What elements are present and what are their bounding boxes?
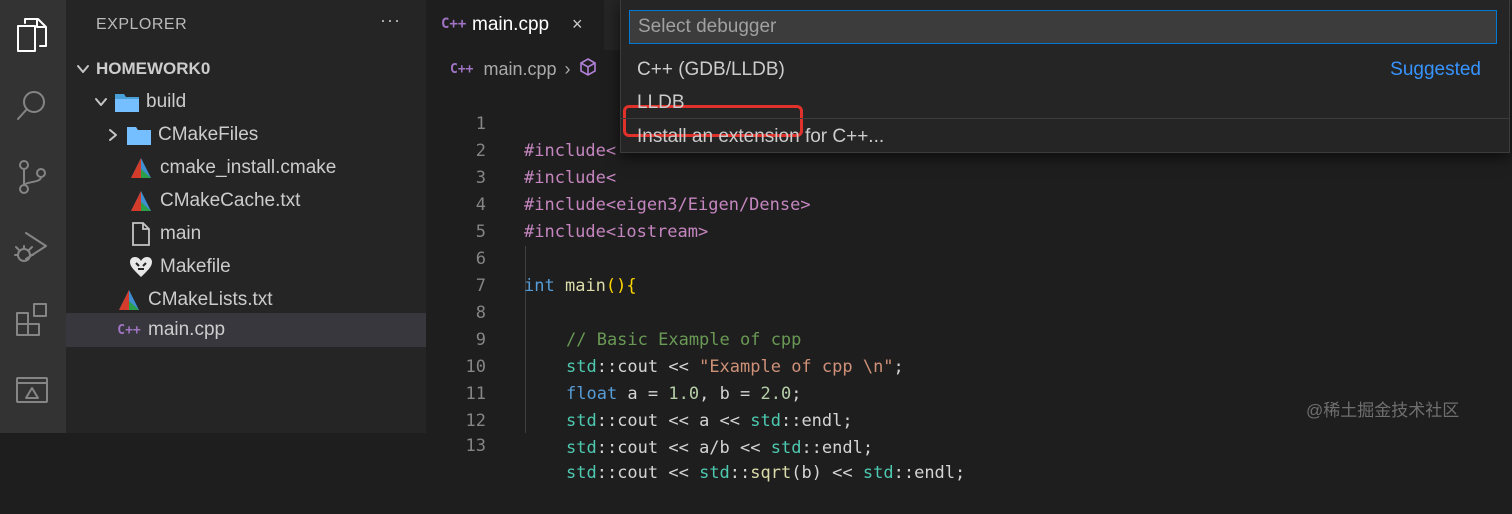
folder-open-icon <box>114 89 140 115</box>
tree-item-label: CMakeFiles <box>158 123 259 145</box>
code-line: 5 <box>426 192 1512 242</box>
code-text[interactable]: std::cout << a/b << std::endl; <box>566 435 873 462</box>
tab-main-cpp[interactable]: C++ main.cpp × <box>426 0 604 50</box>
cpp-file-icon: C++ <box>117 322 141 338</box>
code-line: 6 int main(){ <box>426 219 1512 296</box>
tree-item-cmakecache[interactable]: CMakeCache.txt <box>66 184 488 217</box>
tree-item-label: main.cpp <box>148 319 226 340</box>
code-token: std <box>566 463 597 483</box>
activity-bar <box>0 0 66 433</box>
extensions-icon[interactable] <box>9 296 55 342</box>
chevron-down-icon <box>74 60 92 78</box>
source-control-icon[interactable] <box>9 154 55 200</box>
code-token: sqrt <box>750 463 792 483</box>
tree-item-makefile[interactable]: Makefile <box>66 250 488 283</box>
remote-explorer-icon[interactable] <box>9 368 55 414</box>
code-token: ::cout << <box>596 463 700 483</box>
tree-item-cmake-install[interactable]: cmake_install.cmake <box>66 151 488 184</box>
tree-item-main[interactable]: main <box>66 217 488 250</box>
cpp-file-icon: C++ <box>441 16 467 32</box>
cpp-file-icon: C++ <box>450 61 474 77</box>
code-line: 4 #include<iostream> <box>426 165 1512 242</box>
cmake-icon <box>116 287 142 313</box>
option-label: C++ (GDB/LLDB) <box>637 59 785 80</box>
code-token: std <box>699 463 730 483</box>
tree-item-build[interactable]: build <box>66 85 452 118</box>
chevron-right-icon <box>104 126 122 144</box>
chevron-down-icon <box>92 93 110 111</box>
breadcrumb: C++ main.cpp › <box>450 56 597 82</box>
code-text[interactable]: std::cout << std::sqrt(b) << std::endl; <box>566 460 965 487</box>
explorer-sidebar: EXPLORER ··· HOMEWORK0 build CMakeFiles … <box>66 0 476 433</box>
line-number: 13 <box>465 436 486 456</box>
code-token: std <box>566 438 597 458</box>
more-actions-icon[interactable]: ··· <box>380 10 401 31</box>
option-label: Install an extension for C++... <box>637 126 885 147</box>
tree-item-label: CMakeCache.txt <box>160 189 301 211</box>
debugger-search-input[interactable] <box>629 10 1497 44</box>
tree-item-cmakefiles[interactable]: CMakeFiles <box>66 118 464 151</box>
tab-label: main.cpp <box>472 14 550 35</box>
explorer-icon[interactable] <box>9 12 55 58</box>
suggested-badge: Suggested <box>1390 59 1481 80</box>
code-token: (b) << <box>791 463 863 483</box>
select-debugger-quickpick: C++ (GDB/LLDB) Suggested LLDB Install an… <box>620 0 1510 153</box>
sidebar-title: EXPLORER <box>96 16 188 33</box>
code-token: ::endl; <box>893 463 966 483</box>
code-token: std <box>862 463 894 483</box>
code-line: 7 <box>426 246 1512 296</box>
workspace-root-label: HOMEWORK0 <box>96 58 211 78</box>
tree-item-label: CMakeLists.txt <box>148 288 273 310</box>
tree-item-main-cpp[interactable]: C++ main.cpp <box>66 313 476 347</box>
install-extension-option[interactable]: Install an extension for C++... <box>621 119 1509 152</box>
code-token: ::cout << a/b << <box>596 438 771 458</box>
debugger-option-lldb[interactable]: LLDB <box>621 85 1509 118</box>
folder-icon <box>126 122 152 148</box>
debugger-option-cpp-gdb-lldb[interactable]: C++ (GDB/LLDB) Suggested <box>621 52 1509 137</box>
option-label: LLDB <box>637 92 685 113</box>
symbol-icon[interactable] <box>579 57 597 81</box>
code-line: 8 // Basic Example of cpp <box>426 273 1512 350</box>
cmake-icon <box>128 155 154 181</box>
code-line: 9 std::cout << "Example of cpp \n"; <box>426 300 1512 377</box>
tree-item-label: Makefile <box>160 255 231 277</box>
breadcrumb-separator: › <box>564 58 571 79</box>
close-icon[interactable]: × <box>572 14 583 35</box>
code-token: std <box>770 438 802 458</box>
workspace-root[interactable]: HOMEWORK0 <box>66 52 434 85</box>
file-icon <box>128 221 154 247</box>
breadcrumb-file[interactable]: main.cpp <box>483 59 556 80</box>
search-icon[interactable] <box>9 82 55 128</box>
makefile-icon <box>128 254 154 280</box>
code-line: 10 float a = 1.0, b = 2.0; <box>426 327 1512 404</box>
tree-item-label: main <box>160 222 202 244</box>
cmake-icon <box>128 188 154 214</box>
code-token: :: <box>729 463 751 483</box>
code-line: 11 std::cout << a << std::endl; <box>426 354 1512 431</box>
run-debug-icon[interactable] <box>9 224 55 270</box>
tree-item-label: build <box>146 90 187 112</box>
code-token: ::endl; <box>801 438 874 458</box>
tree-item-label: cmake_install.cmake <box>160 156 337 178</box>
tree-item-cmakelists[interactable]: CMakeLists.txt <box>66 283 476 316</box>
watermark: @稀土掘金技术社区 <box>1306 401 1460 420</box>
